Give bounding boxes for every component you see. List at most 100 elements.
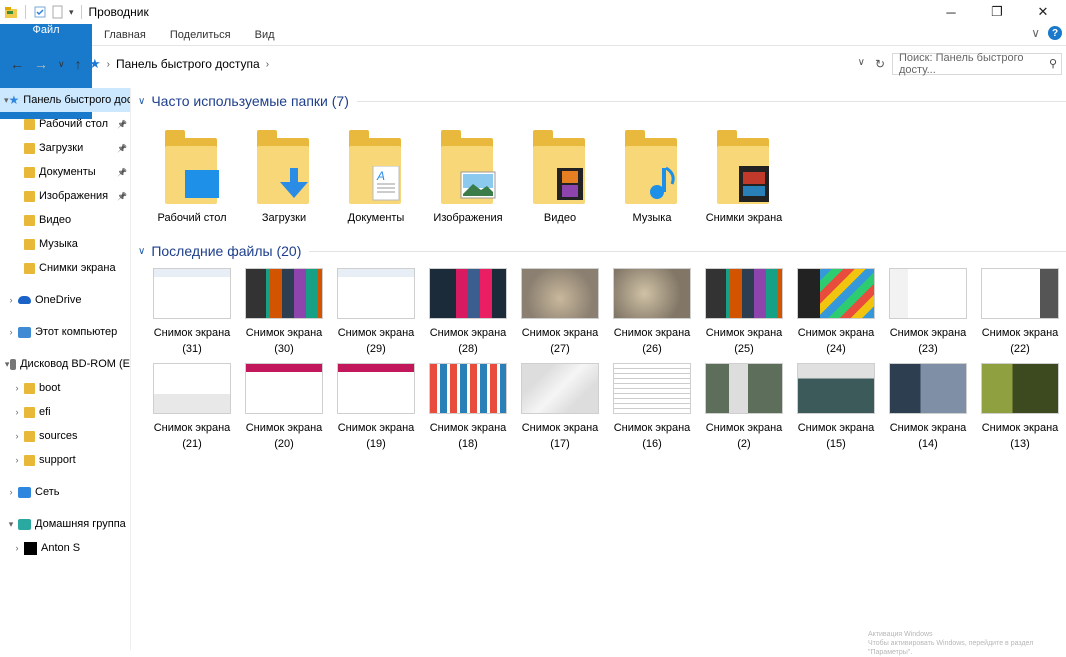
- sidebar-item[interactable]: Видео: [0, 208, 130, 232]
- sidebar-item[interactable]: › sources: [0, 424, 130, 448]
- refresh-icon[interactable]: ↻: [875, 57, 885, 71]
- tab-home[interactable]: Главная: [92, 24, 158, 45]
- folder-icon: [709, 124, 779, 208]
- maximize-button[interactable]: ❐: [974, 0, 1020, 24]
- expand-ribbon-icon[interactable]: ∨: [1031, 26, 1040, 40]
- folder-tile[interactable]: Музыка: [606, 114, 698, 234]
- folder-tile[interactable]: Рабочий стол: [146, 114, 238, 234]
- search-input[interactable]: Поиск: Панель быстрого досту... ⚲: [892, 52, 1062, 76]
- sidebar-item[interactable]: ▾ Домашняя группа: [0, 512, 130, 536]
- file-tile[interactable]: Снимок экрана (26): [606, 264, 698, 359]
- file-name: Снимок экрана: [889, 422, 967, 434]
- new-folder-icon[interactable]: [51, 5, 65, 19]
- sidebar-item-label: boot: [39, 382, 61, 394]
- file-tile[interactable]: Снимок экрана (14): [882, 359, 974, 454]
- sidebar-item-label: Домашняя группа: [35, 518, 126, 530]
- chevron-right-icon[interactable]: ›: [4, 295, 18, 305]
- file-tile[interactable]: Снимок экрана (20): [238, 359, 330, 454]
- chevron-right-icon[interactable]: ›: [10, 455, 24, 465]
- sidebar-item[interactable]: Снимки экрана: [0, 256, 130, 280]
- sidebar-item[interactable]: › support: [0, 448, 130, 472]
- up-arrow-icon[interactable]: ↑: [75, 56, 82, 72]
- file-tile[interactable]: Снимок экрана (22): [974, 264, 1066, 359]
- customize-qa-dropdown-icon[interactable]: ▾: [69, 7, 74, 18]
- folder-tile[interactable]: Видео: [514, 114, 606, 234]
- sidebar-item[interactable]: › OneDrive: [0, 288, 130, 312]
- folder-tile[interactable]: Загрузки: [238, 114, 330, 234]
- file-tile[interactable]: Снимок экрана (24): [790, 264, 882, 359]
- download-icon: [275, 166, 313, 202]
- address-dropdown-icon[interactable]: ∨: [858, 57, 865, 71]
- pin-icon: 📌: [117, 191, 127, 201]
- sidebar-item[interactable]: › Anton S: [0, 536, 130, 560]
- sidebar-item[interactable]: Документы 📌: [0, 160, 130, 184]
- frequent-folders-header[interactable]: ∨ Часто используемые папки (7): [138, 88, 1066, 114]
- file-tile[interactable]: Снимок экрана (15): [790, 359, 882, 454]
- tab-view[interactable]: Вид: [243, 24, 287, 45]
- sidebar-item[interactable]: ▾★Панель быстрого доступа: [0, 88, 130, 112]
- document-icon: A: [367, 166, 405, 202]
- sidebar-item[interactable]: › Сеть: [0, 480, 130, 504]
- sidebar-item[interactable]: Музыка: [0, 232, 130, 256]
- chevron-right-icon[interactable]: ›: [10, 431, 24, 441]
- search-icon[interactable]: ⚲: [1049, 57, 1057, 70]
- chevron-right-icon[interactable]: ›: [10, 543, 24, 553]
- thumbnail-image: [429, 268, 507, 319]
- folder-tile[interactable]: Снимки экрана: [698, 114, 790, 234]
- file-tile[interactable]: Снимок экрана (19): [330, 359, 422, 454]
- chevron-right-icon[interactable]: ›: [107, 59, 110, 70]
- file-tile[interactable]: Снимок экрана (18): [422, 359, 514, 454]
- screens-icon: [735, 166, 773, 202]
- file-name: Снимок экрана: [337, 422, 415, 434]
- sidebar-item[interactable]: ▾ Дисковод BD-ROM (E: [0, 352, 130, 376]
- file-tile[interactable]: Снимок экрана (29): [330, 264, 422, 359]
- help-icon[interactable]: ?: [1048, 26, 1062, 40]
- file-tile[interactable]: Снимок экрана (13): [974, 359, 1066, 454]
- file-tile[interactable]: Снимок экрана (2): [698, 359, 790, 454]
- sidebar-item[interactable]: Загрузки 📌: [0, 136, 130, 160]
- folder-tile[interactable]: Изображения: [422, 114, 514, 234]
- sidebar-item[interactable]: › boot: [0, 376, 130, 400]
- user-icon: [24, 541, 37, 555]
- video-icon: [551, 166, 589, 202]
- folder-label: Снимки экрана: [705, 212, 783, 224]
- chevron-down-icon[interactable]: ▾: [4, 519, 18, 530]
- chevron-right-icon[interactable]: ›: [10, 383, 24, 393]
- music-icon: [643, 166, 681, 202]
- file-tile[interactable]: Снимок экрана (28): [422, 264, 514, 359]
- file-tile[interactable]: Снимок экрана (25): [698, 264, 790, 359]
- tab-share[interactable]: Поделиться: [158, 24, 243, 45]
- file-name: Снимок экрана: [337, 327, 415, 339]
- file-tile[interactable]: Снимок экрана (30): [238, 264, 330, 359]
- file-tile[interactable]: Снимок экрана (21): [146, 359, 238, 454]
- file-tile[interactable]: Снимок экрана (23): [882, 264, 974, 359]
- chevron-right-icon[interactable]: ›: [4, 487, 18, 497]
- properties-icon[interactable]: [33, 5, 47, 19]
- sidebar-item[interactable]: › Этот компьютер: [0, 320, 130, 344]
- sidebar-item[interactable]: Изображения 📌: [0, 184, 130, 208]
- chevron-down-icon[interactable]: ∨: [138, 246, 145, 257]
- file-tile[interactable]: Снимок экрана (17): [514, 359, 606, 454]
- chevron-right-icon[interactable]: ›: [266, 59, 269, 70]
- close-button[interactable]: ✕: [1020, 0, 1066, 24]
- file-tile[interactable]: Снимок экрана (27): [514, 264, 606, 359]
- pin-icon: 📌: [117, 143, 127, 153]
- recent-files-header[interactable]: ∨ Последние файлы (20): [138, 238, 1066, 264]
- pin-icon: 📌: [117, 119, 127, 129]
- back-arrow-icon[interactable]: ←: [10, 56, 24, 72]
- sidebar-item[interactable]: Рабочий стол 📌: [0, 112, 130, 136]
- address-path[interactable]: Панель быстрого доступа: [116, 57, 260, 71]
- chevron-right-icon[interactable]: ›: [4, 327, 18, 337]
- forward-arrow-icon[interactable]: →: [34, 56, 48, 72]
- file-tile[interactable]: Снимок экрана (31): [146, 264, 238, 359]
- chevron-down-icon[interactable]: ∨: [138, 96, 145, 107]
- sidebar-item[interactable]: › efi: [0, 400, 130, 424]
- file-tile[interactable]: Снимок экрана (16): [606, 359, 698, 454]
- folder-tile[interactable]: A Документы: [330, 114, 422, 234]
- recent-locations-icon[interactable]: ∨: [58, 59, 65, 70]
- star-icon: ★: [89, 56, 101, 71]
- address-box[interactable]: ★ › Панель быстрого доступа › ∨ ↻: [88, 53, 890, 75]
- chevron-right-icon[interactable]: ›: [10, 407, 24, 417]
- minimize-button[interactable]: ─: [928, 0, 974, 24]
- frequent-folders-grid: Рабочий стол Загрузки A Документы Изображени…: [138, 114, 1066, 234]
